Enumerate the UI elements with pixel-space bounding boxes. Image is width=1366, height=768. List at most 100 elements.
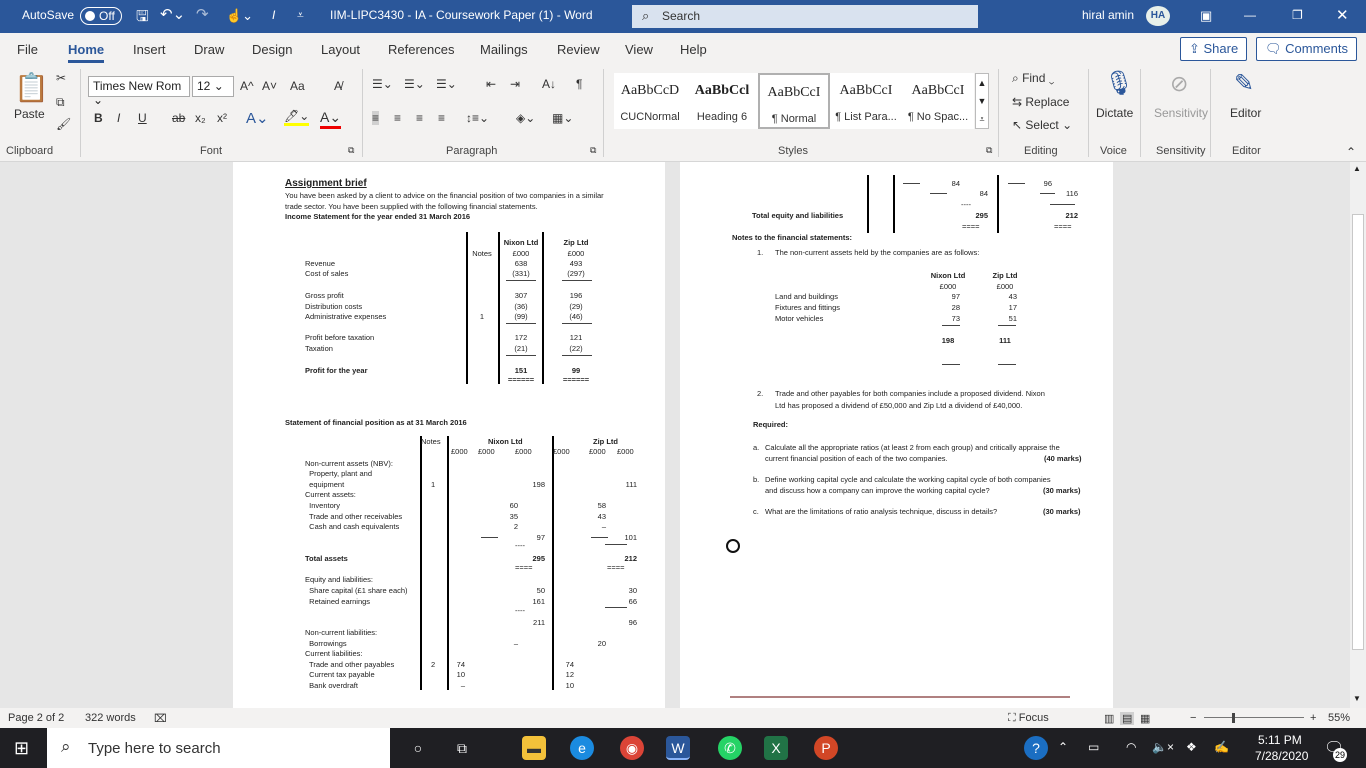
change-case-button[interactable]: Aa [290,79,305,93]
powerpoint-icon[interactable]: P [814,736,838,760]
replace-button[interactable]: ⇆ Replace [1012,95,1069,109]
editor-button[interactable]: Editor [1230,106,1261,120]
paste-icon[interactable]: 📋 [14,71,49,104]
sensitivity-button[interactable]: Sensitivity [1154,106,1208,120]
tab-design[interactable]: Design [252,42,292,57]
select-button[interactable]: ↖ Select ⌄ [1012,118,1072,132]
dictate-button[interactable]: Dictate [1096,106,1133,120]
redo-icon[interactable]: ↷ [196,5,209,23]
paste-button[interactable]: Paste [14,107,45,121]
find-button[interactable]: ⌕ Find ⌄ [1012,71,1054,86]
pen-workspace-icon[interactable]: ✍ [1214,740,1229,754]
underline-button[interactable]: U [138,111,147,125]
scroll-down-icon[interactable]: ▼ [1353,694,1361,703]
italic-qat-icon[interactable]: I [272,8,275,22]
undo-icon[interactable]: ↶⌄ [160,5,185,23]
word-taskbar-icon[interactable]: W [666,736,690,760]
justify-icon[interactable]: ≡ [438,111,445,125]
battery-icon[interactable]: ▭ [1088,740,1099,754]
share-button[interactable]: ⇪ Share [1180,37,1248,61]
ribbon-display-options-icon[interactable]: ▣ [1200,8,1212,24]
zoom-out-icon[interactable]: − [1190,712,1196,724]
shrink-font-button[interactable]: A˅ [262,79,277,93]
styles-gallery-scroll[interactable]: ▲ ▼ ⩡ [975,73,989,129]
tab-view[interactable]: View [625,42,653,57]
bold-button[interactable]: B [94,111,103,125]
cut-icon[interactable]: ✂ [56,71,66,85]
font-dialog-launcher-icon[interactable]: ⧉ [348,145,354,156]
help-icon[interactable]: ? [1024,736,1048,760]
focus-button[interactable]: ⛶ Focus [1008,712,1049,725]
paragraph-dialog-launcher-icon[interactable]: ⧉ [590,145,596,156]
tab-help[interactable]: Help [680,42,707,57]
tab-insert[interactable]: Insert [133,42,166,57]
styles-dialog-launcher-icon[interactable]: ⧉ [986,145,992,156]
search-box[interactable]: ⌕ Search [632,5,978,28]
task-view-icon[interactable]: ⧉ [450,736,474,760]
cortana-icon[interactable]: ○ [406,736,430,760]
file-explorer-icon[interactable]: ▬ [522,736,546,760]
text-effects-icon[interactable]: A⌄ [246,109,269,127]
line-spacing-icon[interactable]: ↕≡⌄ [466,111,489,125]
scroll-up-icon[interactable]: ▲ [1353,164,1361,173]
scrollbar-thumb[interactable] [1352,214,1364,650]
print-layout-icon[interactable]: ▤ [1120,712,1135,725]
format-painter-icon[interactable]: 🖌 [56,117,71,131]
close-icon[interactable]: ✕ [1336,6,1349,24]
borders-icon[interactable]: ▦⌄ [552,111,573,125]
bullets-icon[interactable]: ☰⌄ [372,77,393,91]
style-no-spacing[interactable]: AaBbCcI ¶ No Spac... [902,73,974,129]
autosave-toggle[interactable]: Off [80,7,122,25]
style-heading-6[interactable]: AaBbCcl Heading 6 [686,73,758,129]
zoom-slider-thumb[interactable] [1231,713,1235,723]
save-icon[interactable]: 🖫 [136,6,149,31]
tab-draw[interactable]: Draw [194,42,224,57]
page-2[interactable]: 84 96 84 116 ---- Total equity and liabilitie… [680,162,1113,708]
vertical-scrollbar[interactable]: ▲ ▼ [1350,162,1366,708]
show-hidden-icons[interactable]: ⌃ [1058,740,1068,754]
numbering-icon[interactable]: ☰⌄ [404,77,425,91]
strikethrough-button[interactable]: ab [172,111,185,125]
avatar[interactable]: HA [1146,6,1170,26]
multilevel-list-icon[interactable]: ☰⌄ [436,77,457,91]
page-1[interactable]: Assignment brief You have been asked by … [233,162,665,708]
align-center-icon[interactable]: ≡ [394,111,401,125]
font-color-icon[interactable]: A⌄ [320,109,342,129]
style-cucnormal[interactable]: AaBbCcD CUCNormal [614,73,686,129]
clear-formatting-icon[interactable]: A̸ [334,79,342,93]
style-normal[interactable]: AaBbCcI ¶ Normal [758,73,830,129]
touch-mode-icon[interactable]: ☝⌄ [226,8,253,24]
highlight-color-icon[interactable]: 🖊⌄ [284,109,310,126]
font-size-combo[interactable]: 12 ⌄ [192,76,234,97]
dropbox-icon[interactable]: ❖ [1186,740,1197,754]
tab-file[interactable]: File [17,42,38,57]
restore-icon[interactable]: ❐ [1292,8,1303,22]
superscript-button[interactable]: x² [217,111,227,125]
minimize-icon[interactable]: — [1244,8,1256,22]
volume-muted-icon[interactable]: 🔈× [1152,740,1174,754]
word-count[interactable]: 322 words [85,712,136,724]
clock-time[interactable]: 5:11 PM [1258,733,1302,747]
comments-button[interactable]: 🗨 Comments [1256,37,1357,61]
edge-icon[interactable]: e [570,736,594,760]
clock-date[interactable]: 7/28/2020 [1255,749,1308,763]
subscript-button[interactable]: x₂ [195,111,206,125]
show-formatting-marks-icon[interactable]: ¶ [576,77,582,91]
customize-qat-icon[interactable]: ⩡ [297,8,304,23]
tab-layout[interactable]: Layout [321,42,360,57]
excel-icon[interactable]: X [764,736,788,760]
tab-mailings[interactable]: Mailings [480,42,528,57]
align-left-icon[interactable]: ≡ [372,111,380,125]
windows-start-icon[interactable]: ⊞ [14,738,29,759]
align-right-icon[interactable]: ≡ [416,111,423,125]
tab-references[interactable]: References [388,42,454,57]
read-mode-icon[interactable]: ▥ [1104,712,1114,725]
grow-font-button[interactable]: A^ [240,79,254,93]
tab-home[interactable]: Home [68,42,105,63]
tab-review[interactable]: Review [557,42,600,57]
shading-icon[interactable]: ◈⌄ [516,111,535,125]
editor-pen-icon[interactable]: ✎ [1234,69,1254,98]
web-layout-icon[interactable]: ▦ [1140,712,1150,725]
increase-indent-icon[interactable]: ⇥ [510,77,520,91]
italic-button[interactable]: I [117,111,120,125]
